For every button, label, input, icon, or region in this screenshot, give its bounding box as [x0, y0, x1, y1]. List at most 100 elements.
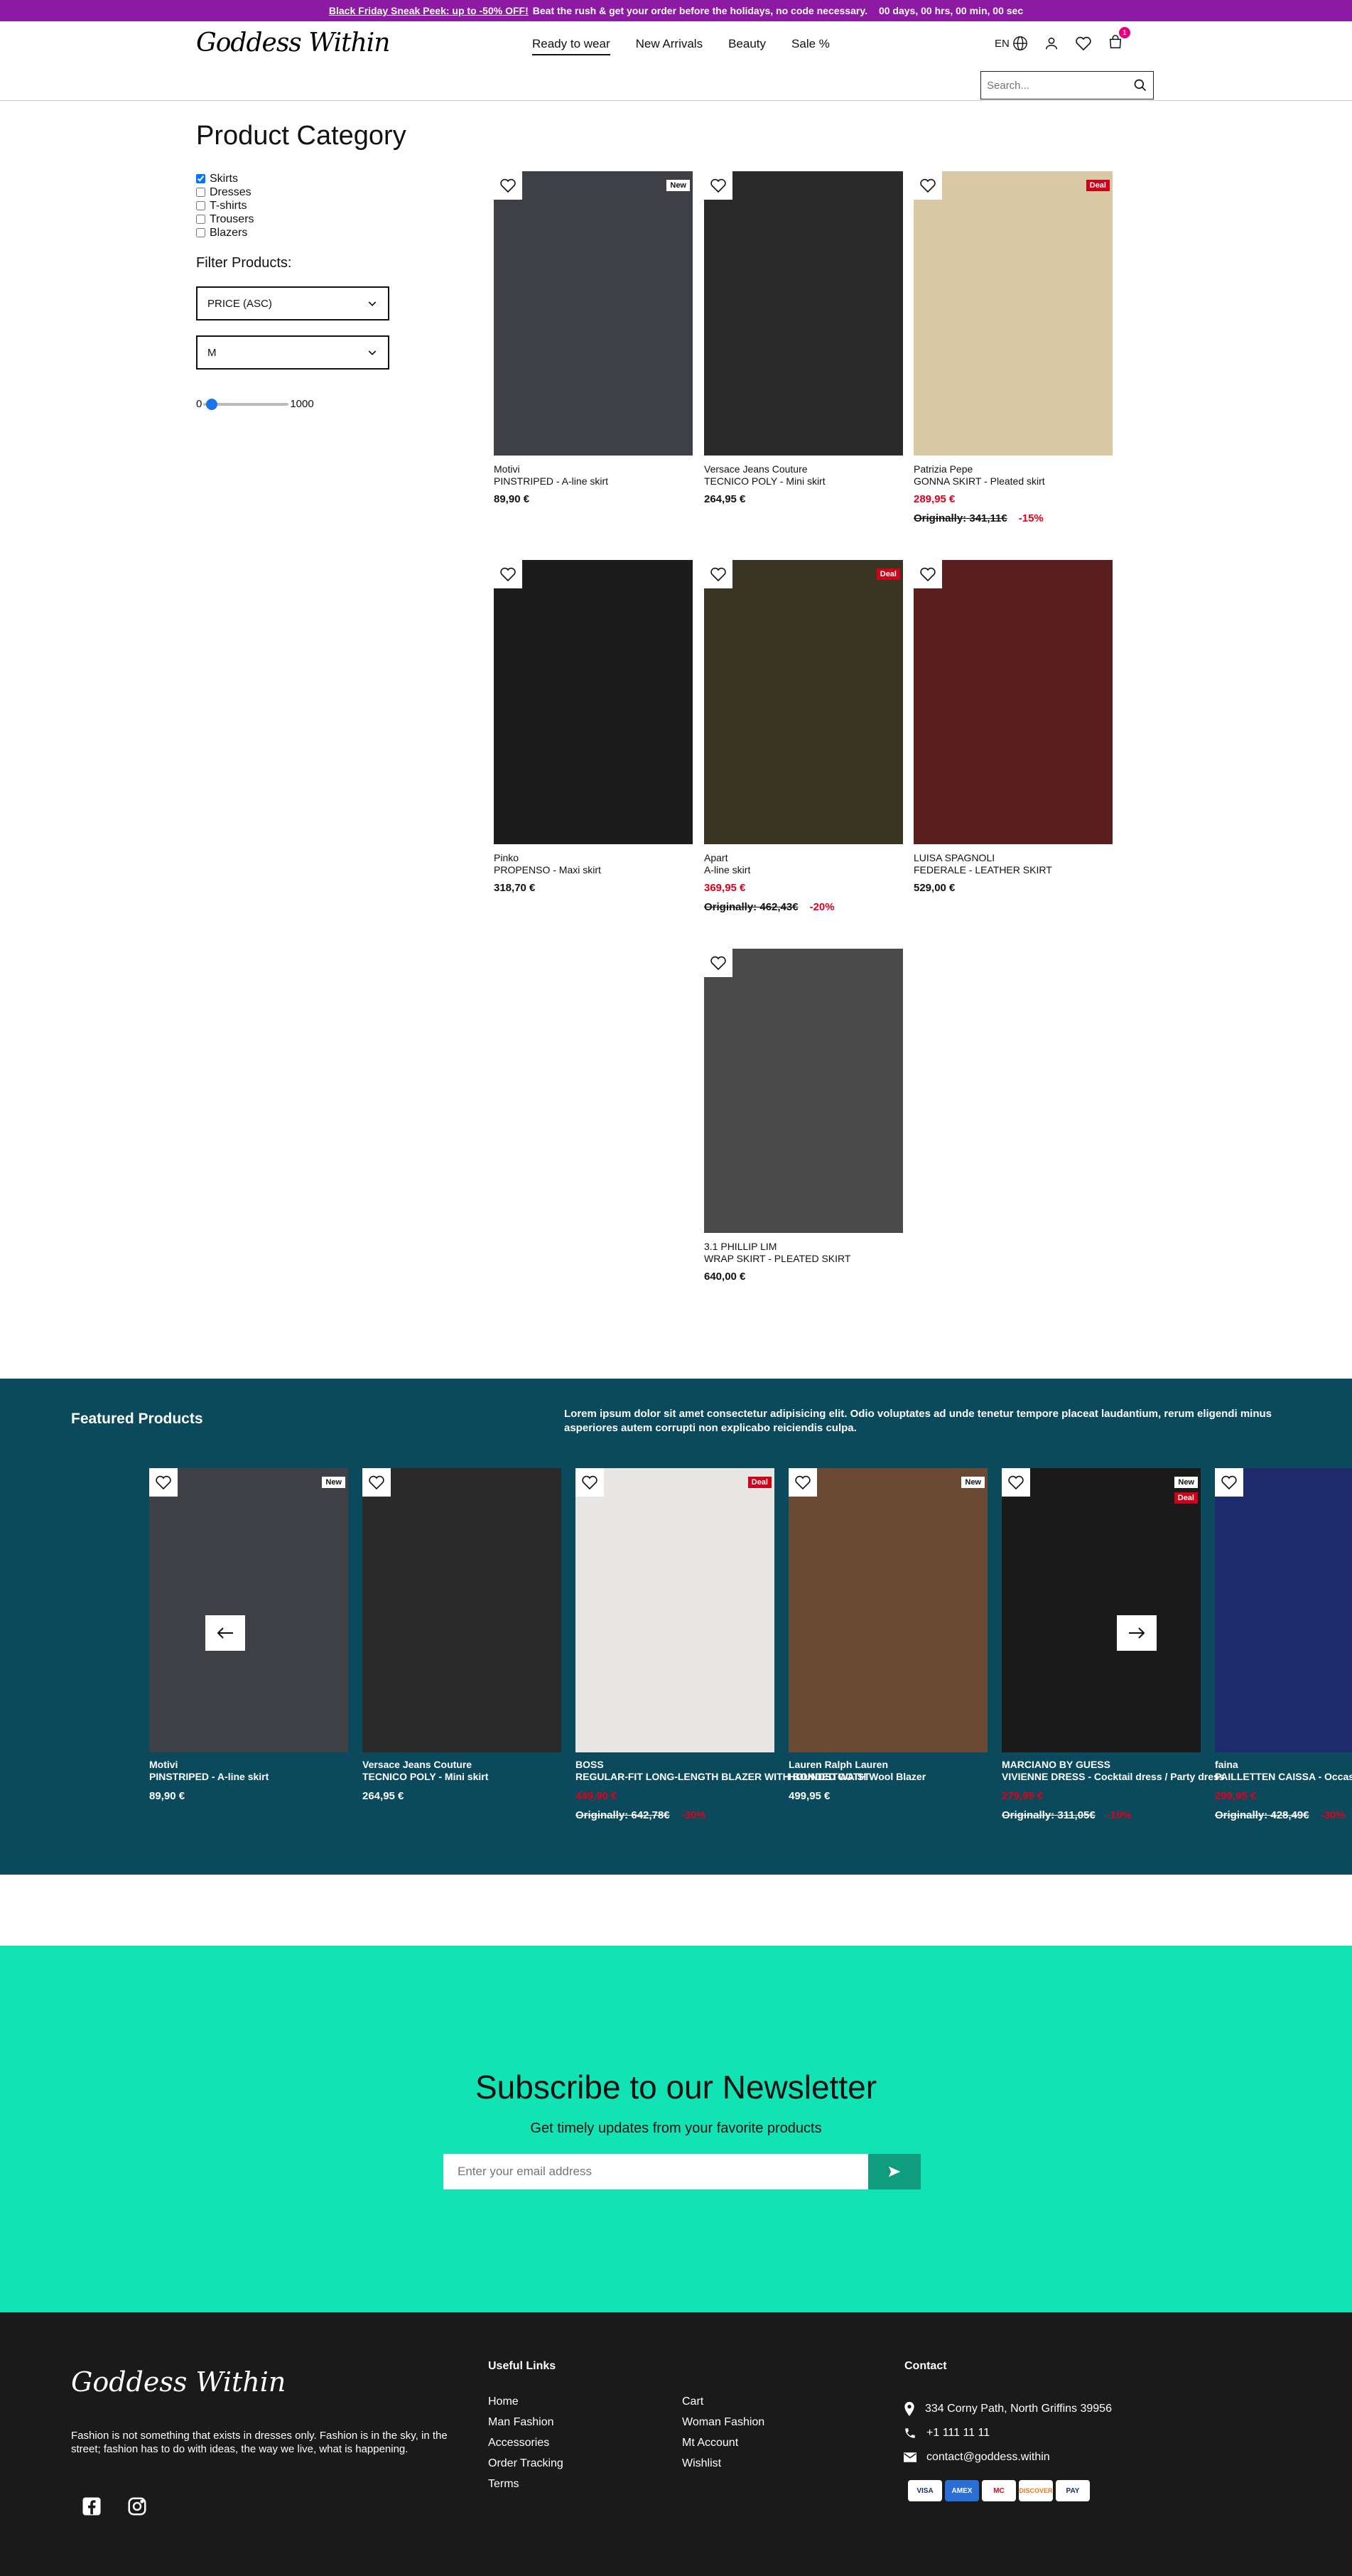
discount-percent: -20% [809, 901, 835, 913]
product-card[interactable]: Deal Patrizia Pepe GONNA SKIRT - Pleated… [914, 171, 1113, 524]
category-option-blazers[interactable]: Blazers [196, 226, 254, 239]
product-image[interactable] [704, 171, 903, 456]
category-option-trousers[interactable]: Trousers [196, 212, 254, 226]
category-option-skirts[interactable]: Skirts [196, 172, 254, 185]
email-input[interactable] [443, 2154, 868, 2189]
category-checkbox[interactable] [196, 174, 205, 183]
wishlist-button[interactable] [1215, 1468, 1243, 1497]
footer-link-man-fashion[interactable]: Man Fashion [488, 2412, 563, 2432]
category-checkbox[interactable] [196, 201, 205, 210]
contact-email[interactable]: contact@goddess.within [926, 2451, 1050, 2464]
wishlist-button[interactable] [914, 560, 942, 588]
product-image[interactable]: Deal [704, 560, 903, 844]
nav-ready-to-wear[interactable]: Ready to wear [532, 37, 610, 55]
category-checkbox[interactable] [196, 188, 205, 197]
cart-button[interactable]: 1 [1108, 27, 1130, 53]
category-checkbox[interactable] [196, 215, 205, 224]
product-image[interactable] [914, 560, 1113, 844]
wishlist-button[interactable] [704, 171, 732, 200]
footer-link-terms[interactable]: Terms [488, 2474, 563, 2494]
product-image[interactable] [362, 1468, 561, 1752]
language-switcher[interactable]: EN [995, 36, 1028, 51]
footer-link-wishlist[interactable]: Wishlist [682, 2453, 764, 2474]
carousel-next-button[interactable] [1117, 1615, 1157, 1651]
product-card[interactable]: New Motivi PINSTRIPED - A-line skirt 89,… [494, 171, 693, 505]
featured-card[interactable]: Deal BOSS REGULAR-FIT LONG-LENGTH BLAZER… [575, 1468, 870, 1821]
wishlist-button[interactable] [1002, 1468, 1030, 1497]
product-image[interactable] [1215, 1468, 1352, 1752]
featured-card[interactable]: New Motivi PINSTRIPED - A-line skirt 89,… [149, 1468, 348, 1802]
product-name: PROPENSO - Maxi skirt [494, 864, 601, 875]
heart-icon [369, 1475, 384, 1490]
footer-link-cart[interactable]: Cart [682, 2391, 764, 2412]
location-pin-icon [904, 2402, 914, 2416]
wishlist-button[interactable] [789, 1468, 817, 1497]
featured-card[interactable]: New Deal MARCIANO BY GUESS VIVIENNE DRES… [1002, 1468, 1225, 1821]
wishlist-button[interactable] [575, 1468, 604, 1497]
product-card[interactable]: 3.1 PHILLIP LIM WRAP SKIRT - PLEATED SKI… [704, 949, 903, 1283]
product-name: TECNICO POLY - Mini skirt [704, 475, 826, 487]
category-option-tshirts[interactable]: T-shirts [196, 199, 254, 212]
nav-new-arrivals[interactable]: New Arrivals [636, 37, 703, 55]
search-icon[interactable] [1133, 78, 1147, 92]
sort-select[interactable]: PRICE (ASC) [196, 286, 389, 320]
product-image[interactable] [704, 949, 903, 1233]
featured-card[interactable]: faina PAILLETTEN CAISSA - Occasion wear … [1215, 1468, 1352, 1821]
category-option-dresses[interactable]: Dresses [196, 185, 254, 199]
account-icon[interactable] [1044, 36, 1059, 51]
featured-card[interactable]: New Lauren Ralph Lauren HOUNDSTOOTH Wool… [789, 1468, 988, 1802]
slider-handle[interactable] [206, 398, 218, 410]
deal-badge: Deal [1086, 180, 1110, 191]
footer-link-woman-fashion[interactable]: Woman Fashion [682, 2412, 764, 2432]
contact-phone[interactable]: +1 111 11 11 [926, 2427, 990, 2440]
product-card[interactable]: LUISA SPAGNOLI FEDERALE - LEATHER SKIRT … [914, 560, 1113, 894]
contact-address: 334 Corny Path, North Griffins 39956 [925, 2403, 1112, 2415]
product-brand: Motivi [149, 1759, 178, 1770]
size-select[interactable]: M [196, 335, 389, 370]
product-image[interactable]: New Deal [1002, 1468, 1201, 1752]
heart-icon [500, 178, 516, 193]
heart-icon [156, 1475, 171, 1490]
nav-beauty[interactable]: Beauty [728, 37, 766, 55]
product-price: 299,95 € [1215, 1790, 1257, 1802]
wishlist-button[interactable] [914, 171, 942, 200]
nav-sale[interactable]: Sale % [791, 37, 830, 55]
search-input[interactable] [987, 79, 1133, 92]
original-price: Originally: 642,78€ [575, 1809, 670, 1821]
footer-link-accessories[interactable]: Accessories [488, 2432, 563, 2453]
product-image[interactable]: Deal [575, 1468, 774, 1752]
facebook-icon[interactable] [81, 2496, 102, 2517]
arrow-left-icon [217, 1627, 233, 1639]
product-card[interactable]: Versace Jeans Couture TECNICO POLY - Min… [704, 171, 903, 505]
wishlist-button[interactable] [704, 560, 732, 588]
instagram-icon[interactable] [126, 2496, 148, 2517]
newsletter-title: Subscribe to our Newsletter [475, 2069, 877, 2106]
wishlist-button[interactable] [362, 1468, 391, 1497]
product-image[interactable]: New [789, 1468, 988, 1752]
category-label: Skirts [210, 173, 238, 185]
carousel-prev-button[interactable] [205, 1615, 245, 1651]
site-logo[interactable]: Goddess Within [196, 28, 390, 58]
product-image[interactable]: New [494, 171, 693, 456]
product-image[interactable]: Deal [914, 171, 1113, 456]
footer-link-home[interactable]: Home [488, 2391, 563, 2412]
wishlist-button[interactable] [494, 171, 522, 200]
promo-link[interactable]: Black Friday Sneak Peek: up to -50% OFF! [329, 5, 529, 16]
product-image[interactable] [494, 560, 693, 844]
wishlist-button[interactable] [704, 949, 732, 977]
product-card[interactable]: Deal Apart A-line skirt 369,95 € Origina… [704, 560, 903, 913]
subscribe-button[interactable] [868, 2154, 921, 2189]
original-price-row: Originally: 311,05€ -10% [1002, 1809, 1201, 1821]
wishlist-button[interactable] [494, 560, 522, 588]
product-card[interactable]: Pinko PROPENSO - Maxi skirt 318,70 € [494, 560, 693, 894]
category-label: Trousers [210, 213, 254, 225]
category-checkbox[interactable] [196, 228, 205, 237]
footer-logo[interactable]: Goddess Within [71, 2366, 286, 2398]
wishlist-button[interactable] [149, 1468, 178, 1497]
footer-link-order-tracking[interactable]: Order Tracking [488, 2453, 563, 2474]
featured-card[interactable]: Versace Jeans Couture TECNICO POLY - Min… [362, 1468, 561, 1802]
price-slider[interactable] [203, 398, 289, 410]
footer-link-account[interactable]: Mt Account [682, 2432, 764, 2453]
wishlist-icon[interactable] [1075, 36, 1092, 51]
product-image[interactable]: New [149, 1468, 348, 1752]
